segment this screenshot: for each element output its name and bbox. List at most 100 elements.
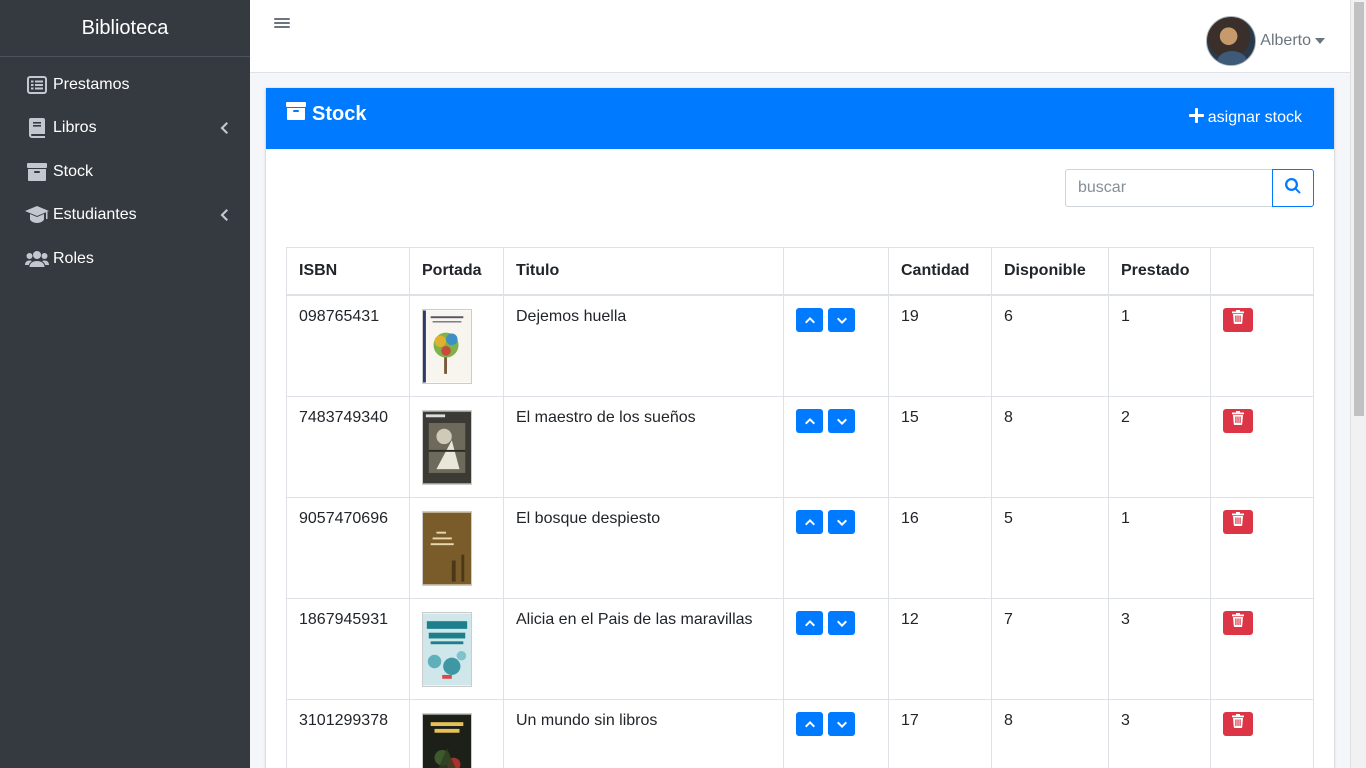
search-input[interactable] [1065, 169, 1272, 207]
graduation-cap-icon [25, 205, 49, 225]
decrease-button[interactable] [828, 307, 855, 332]
book-cover-image [422, 611, 472, 687]
sidebar-item-label: Estudiantes [53, 206, 137, 224]
chevron-down-icon [836, 513, 847, 531]
delete-button[interactable] [1223, 307, 1253, 332]
title-cell: Alicia en el Pais de las maravillas [503, 597, 784, 700]
table-row: 098765431 Dejemos huella 19 6 1 [286, 294, 1314, 397]
column-header-titulo: Titulo [503, 247, 784, 296]
chevron-up-icon [804, 311, 815, 329]
trash-icon [1232, 310, 1244, 329]
chevron-down-icon [836, 412, 847, 430]
book-cover-image [422, 308, 472, 384]
arrows-cell [783, 597, 889, 700]
stock-card: Stock asignar stock ISBN Portada Titulo … [266, 88, 1334, 768]
plus-icon [1188, 108, 1208, 128]
column-header-prestado: Prestado [1108, 247, 1211, 296]
cantidad-cell: 16 [888, 496, 992, 599]
title-cell: Dejemos huella [503, 294, 784, 397]
decrease-button[interactable] [828, 509, 855, 534]
cover-cell [409, 496, 504, 599]
sidebar-nav: Prestamos Libros Stock Estudiantes Roles [0, 57, 250, 281]
trash-icon [1232, 613, 1244, 632]
increase-button[interactable] [796, 711, 823, 736]
delete-cell [1210, 496, 1314, 599]
list-icon [25, 75, 49, 95]
users-icon [25, 249, 49, 269]
assign-stock-label: asignar stock [1207, 109, 1302, 126]
decrease-button[interactable] [828, 408, 855, 433]
stock-table: ISBN Portada Titulo Cantidad Disponible … [286, 247, 1314, 768]
delete-button[interactable] [1223, 610, 1253, 635]
book-cover-image [422, 712, 472, 768]
scrollbar[interactable] [1350, 0, 1366, 768]
table-header-row: ISBN Portada Titulo Cantidad Disponible … [286, 247, 1314, 296]
brand-title[interactable]: Biblioteca [0, 0, 250, 57]
decrease-button[interactable] [828, 711, 855, 736]
sidebar-item-label: Roles [53, 249, 94, 267]
column-header-delete [1210, 247, 1314, 296]
user-name: Alberto [1260, 32, 1311, 49]
increase-button[interactable] [796, 509, 823, 534]
scrollbar-thumb[interactable] [1354, 2, 1364, 416]
delete-button[interactable] [1223, 711, 1253, 736]
table-row: 3101299378 Un mundo sin libros 17 8 3 [286, 698, 1314, 768]
caret-down-icon [1315, 36, 1325, 46]
hamburger-menu-icon[interactable] [274, 16, 290, 32]
delete-button[interactable] [1223, 408, 1253, 433]
delete-cell [1210, 395, 1314, 498]
column-header-cantidad: Cantidad [888, 247, 992, 296]
delete-cell [1210, 294, 1314, 397]
search-button[interactable] [1272, 169, 1314, 207]
chevron-up-icon [804, 614, 815, 632]
sidebar-item-prestamos[interactable]: Prestamos [0, 63, 250, 107]
sidebar-item-roles[interactable]: Roles [0, 237, 250, 281]
isbn-cell: 1867945931 [286, 597, 410, 700]
isbn-cell: 3101299378 [286, 698, 410, 768]
trash-icon [1232, 411, 1244, 430]
disponible-cell: 6 [991, 294, 1109, 397]
increase-button[interactable] [796, 408, 823, 433]
prestado-cell: 1 [1108, 496, 1211, 599]
sidebar-item-estudiantes[interactable]: Estudiantes [0, 194, 250, 238]
increase-button[interactable] [796, 307, 823, 332]
cover-cell [409, 395, 504, 498]
chevron-left-icon [218, 208, 230, 222]
sidebar-item-stock[interactable]: Stock [0, 150, 250, 194]
prestado-cell: 3 [1108, 698, 1211, 768]
disponible-cell: 8 [991, 395, 1109, 498]
sidebar: Biblioteca Prestamos Libros Stock Estudi… [0, 0, 250, 768]
cantidad-cell: 17 [888, 698, 992, 768]
table-row: 1867945931 Alicia en el Pais de las mara… [286, 597, 1314, 700]
increase-button[interactable] [796, 610, 823, 635]
book-cover-image [422, 510, 472, 586]
sidebar-item-libros[interactable]: Libros [0, 107, 250, 151]
trash-icon [1232, 714, 1244, 733]
chevron-up-icon [804, 412, 815, 430]
sidebar-item-label: Libros [53, 119, 97, 137]
isbn-cell: 7483749340 [286, 395, 410, 498]
cover-cell [409, 698, 504, 768]
search-group [1065, 169, 1314, 207]
decrease-button[interactable] [828, 610, 855, 635]
search-icon [1285, 177, 1301, 199]
column-header-disponible: Disponible [991, 247, 1109, 296]
card-header: Stock asignar stock [266, 88, 1334, 149]
user-menu[interactable]: Alberto [1206, 16, 1325, 66]
card-title-text: Stock [312, 102, 367, 125]
cantidad-cell: 15 [888, 395, 992, 498]
title-cell: Un mundo sin libros [503, 698, 784, 768]
book-icon [25, 118, 49, 139]
avatar[interactable] [1206, 16, 1257, 66]
table-row: 7483749340 El maestro de los sueños 15 8… [286, 395, 1314, 498]
disponible-cell: 5 [991, 496, 1109, 599]
cantidad-cell: 12 [888, 597, 992, 700]
chevron-down-icon [836, 715, 847, 733]
arrows-cell [783, 496, 889, 599]
prestado-cell: 1 [1108, 294, 1211, 397]
top-navbar: Alberto [250, 0, 1350, 73]
assign-stock-button[interactable]: asignar stock [1188, 108, 1302, 128]
column-header-isbn: ISBN [286, 247, 410, 296]
delete-button[interactable] [1223, 509, 1253, 534]
arrows-cell [783, 294, 889, 397]
